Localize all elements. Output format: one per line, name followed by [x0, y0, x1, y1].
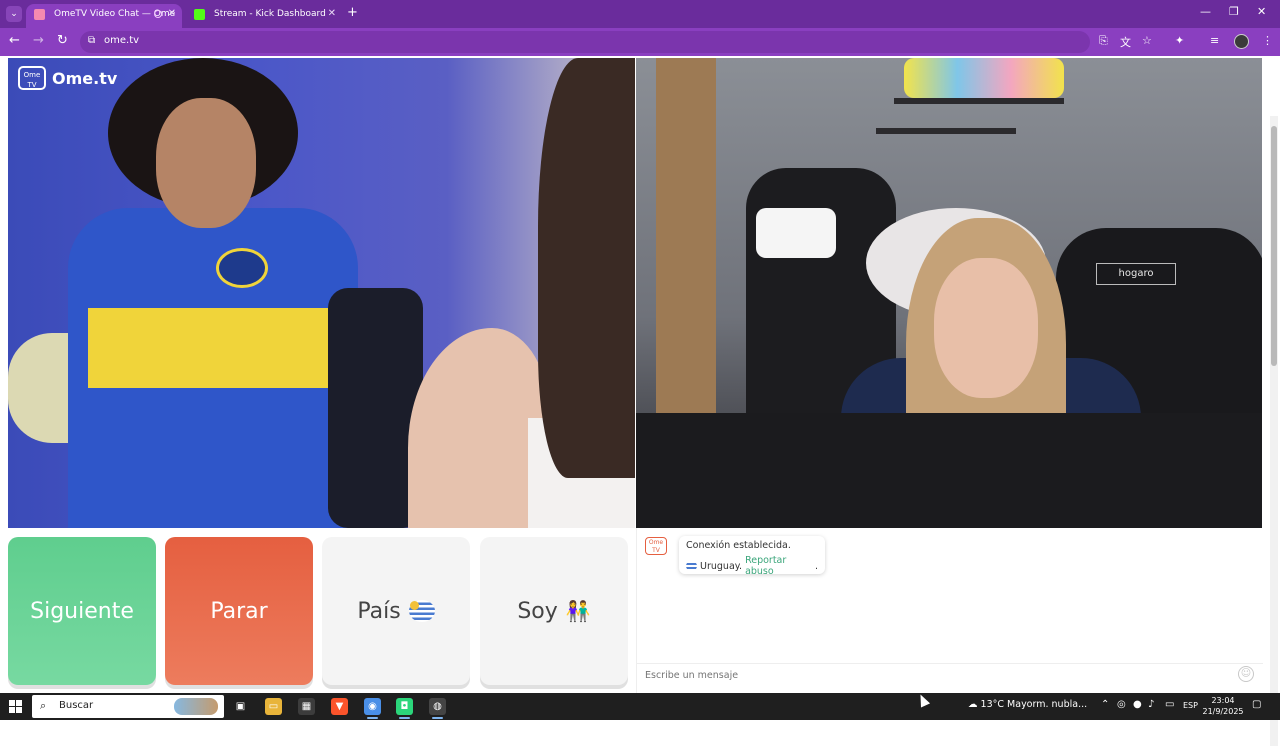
emoji-icon[interactable]: ☺	[1238, 666, 1254, 682]
tray-app-icon[interactable]: ◎	[1117, 699, 1126, 710]
tab-search-button[interactable]: ⌄	[6, 6, 22, 22]
scene-face	[156, 98, 256, 228]
windows-taskbar: ⌕ Buscar ▣ ▭ ▦ ▼ ◉ ◘ ◍ ☁ 13°C Mayorm. nu…	[0, 693, 1280, 720]
search-label: Buscar	[59, 700, 94, 711]
next-label: Siguiente	[30, 598, 134, 624]
tab-title: Stream - Kick Dashboard	[214, 9, 326, 19]
system-message: Conexión establecida. Uruguay. Reportar …	[679, 536, 825, 577]
stranger-video: Ome TV Ome.tv	[8, 58, 635, 528]
scene-crest	[216, 248, 268, 288]
ometv-favicon-icon	[34, 9, 45, 20]
minimize-icon[interactable]: —	[1200, 5, 1211, 18]
browser-toolbar: ← → ↻ ⧉ ome.tv ⎘ 文 ☆ ✦ ≡ ⋮	[0, 28, 1280, 56]
tray-overflow-icon[interactable]: ⌃	[1101, 699, 1109, 710]
weather-temp: 13°C	[980, 699, 1005, 710]
bookmark-star-icon[interactable]: ☆	[1142, 34, 1152, 47]
close-tab-icon[interactable]: ✕	[168, 4, 176, 24]
file-explorer-icon[interactable]: ▭	[265, 698, 282, 715]
scrollbar-thumb[interactable]	[1271, 126, 1277, 366]
self-video: hogaro	[636, 58, 1262, 528]
scene-face	[934, 258, 1038, 398]
taskbar-search[interactable]: ⌕ Buscar	[32, 695, 224, 718]
streaming-app-icon[interactable]: ◘	[396, 698, 413, 719]
couple-icon: 👫	[565, 599, 591, 623]
page-scrollbar[interactable]	[1270, 116, 1278, 746]
media-controls-icon[interactable]: ≡	[1210, 34, 1219, 47]
scene-hair-dark	[538, 58, 635, 478]
country-line: Uruguay. Reportar abuso.	[686, 555, 818, 577]
brave-icon[interactable]: ▼	[331, 698, 348, 715]
search-highlight-image	[174, 698, 218, 715]
recording-indicator-icon	[154, 10, 162, 18]
scene-chair-brand: hogaro	[1096, 263, 1176, 285]
search-icon: ⌕	[40, 699, 47, 712]
scene-doorframe	[656, 58, 716, 418]
scene-monitor	[636, 413, 1262, 528]
install-app-icon[interactable]: ⎘	[1099, 34, 1108, 48]
back-icon[interactable]: ←	[9, 33, 20, 48]
reload-icon[interactable]: ↻	[57, 33, 68, 48]
translate-icon[interactable]: 文	[1120, 34, 1131, 50]
volume-icon[interactable]: ♪	[1148, 699, 1154, 710]
extensions-icon[interactable]: ✦	[1175, 34, 1184, 47]
browser-tab-strip: ⌄ OmeTV Video Chat — Ome ✕ Stream - Kick…	[0, 0, 1280, 28]
weather-cloud-icon: ☁	[968, 699, 978, 710]
gender-label: Soy	[517, 598, 558, 624]
weather-widget[interactable]: ☁ 13°C Mayorm. nubla...	[968, 699, 1087, 710]
notifications-icon[interactable]: ▢	[1252, 699, 1261, 710]
connection-status: Conexión establecida.	[686, 540, 791, 551]
clock-time: 23:04	[1211, 696, 1235, 705]
stop-button[interactable]: Parar	[165, 537, 313, 685]
country-label: País	[357, 598, 401, 624]
forward-icon[interactable]: →	[33, 33, 44, 48]
tab-ometv[interactable]: OmeTV Video Chat — Ome ✕	[26, 4, 182, 28]
clock-date: 21/9/2025	[1202, 707, 1244, 716]
windows-start-icon[interactable]	[9, 700, 22, 713]
kick-favicon-icon	[194, 9, 205, 20]
scene-arm	[408, 328, 548, 528]
ometv-page: Ome TV Ome.tv hogaro Siguiente Parar Paí…	[0, 56, 1280, 746]
country-name: Uruguay.	[700, 560, 743, 572]
report-suffix: .	[814, 560, 818, 572]
new-tab-icon[interactable]: +	[347, 5, 358, 20]
scene-chair-pad	[756, 208, 836, 258]
profile-avatar[interactable]	[1234, 34, 1249, 49]
browser-menu-icon[interactable]: ⋮	[1262, 34, 1273, 47]
ometv-chat-logo-icon: Ome TV	[645, 537, 667, 555]
uruguay-flag-icon	[686, 561, 698, 571]
scene-shelf-lower	[876, 128, 1016, 134]
tab-kick-dashboard[interactable]: Stream - Kick Dashboard ✕	[186, 4, 342, 28]
stop-label: Parar	[210, 598, 268, 624]
task-view-icon[interactable]: ▣	[232, 698, 249, 715]
chrome-icon[interactable]: ◉	[364, 698, 381, 719]
scene-shirt-stripe	[88, 308, 338, 388]
logo-text: Ome.tv	[52, 69, 118, 88]
url-text: ome.tv	[104, 35, 140, 46]
weather-text: Mayorm. nubla...	[1007, 699, 1088, 710]
uruguay-flag-icon	[408, 600, 435, 622]
network-icon[interactable]: ▭	[1165, 699, 1174, 710]
language-indicator[interactable]: ESP	[1183, 701, 1198, 710]
maximize-icon[interactable]: ❐	[1229, 5, 1239, 18]
ometv-logo-icon: Ome TV	[18, 66, 46, 90]
chat-panel: Ome TV Conexión establecida. Uruguay. Re…	[636, 528, 1263, 693]
next-button[interactable]: Siguiente	[8, 537, 156, 685]
microphone-icon[interactable]: ●	[1133, 699, 1142, 710]
close-window-icon[interactable]: ✕	[1257, 5, 1266, 18]
address-bar[interactable]: ⧉ ome.tv	[80, 31, 1090, 53]
store-icon[interactable]: ▦	[298, 698, 315, 715]
message-input[interactable]	[637, 663, 1263, 687]
gender-button[interactable]: Soy 👫	[480, 537, 628, 685]
obs-icon[interactable]: ◍	[429, 698, 446, 719]
close-tab-icon[interactable]: ✕	[328, 4, 336, 24]
scene-shelf	[894, 98, 1064, 104]
country-button[interactable]: País	[322, 537, 470, 685]
scene-plush-toys	[904, 58, 1064, 98]
report-abuse-link[interactable]: Reportar abuso	[745, 555, 812, 577]
system-clock[interactable]: 23:04 21/9/2025	[1202, 695, 1244, 717]
site-info-icon[interactable]: ⧉	[88, 35, 95, 46]
